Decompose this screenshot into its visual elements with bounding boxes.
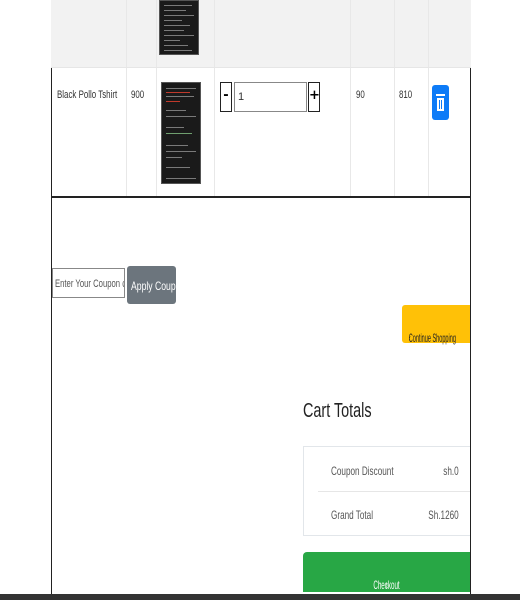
- column-divider: [394, 68, 395, 196]
- cart-row: Black Pollo Tshirt 900 - 1 + 90 810: [51, 67, 471, 196]
- divider: [318, 491, 470, 492]
- cart-row-previous: [51, 0, 471, 67]
- coupon-input[interactable]: Enter Your Coupon code: [52, 268, 125, 298]
- continue-shopping-button[interactable]: ‹ Continue Shopping: [402, 305, 470, 345]
- column-divider: [394, 0, 395, 67]
- column-divider: [428, 0, 429, 67]
- product-total: 810: [399, 89, 413, 101]
- product-thumbnail: [159, 0, 199, 55]
- checkout-button[interactable]: Checkout ›: [303, 552, 470, 592]
- column-divider: [126, 68, 127, 196]
- grand-total-value: Sh.1260: [428, 508, 459, 522]
- column-divider: [350, 68, 351, 196]
- coupon-discount-value: sh.0: [443, 464, 459, 478]
- cart-totals-title: Cart Totals: [303, 400, 372, 422]
- column-divider: [126, 0, 127, 67]
- column-divider: [214, 68, 215, 196]
- column-divider: [428, 68, 429, 196]
- product-price: 900: [131, 89, 145, 101]
- coupon-discount-label: Coupon Discount: [331, 464, 394, 478]
- apply-coupon-button[interactable]: Apply Coupon: [127, 266, 185, 304]
- bottom-bar: [0, 594, 520, 600]
- remove-item-button[interactable]: [432, 85, 449, 120]
- product-thumbnail: [161, 82, 201, 184]
- cart-table: Black Pollo Tshirt 900 - 1 + 90 810: [51, 0, 471, 198]
- product-name: Black Pollo Tshirt: [57, 89, 118, 101]
- column-divider: [156, 68, 157, 196]
- coupon-placeholder: Enter Your Coupon code: [55, 278, 124, 290]
- column-divider: [350, 0, 351, 67]
- quantity-increase-button[interactable]: +: [308, 82, 320, 112]
- chevron-right-icon: ›: [385, 578, 388, 592]
- quantity-input[interactable]: 1: [234, 82, 307, 112]
- column-divider: [156, 0, 157, 67]
- grand-total-label: Grand Total: [331, 508, 374, 522]
- cart-totals-box: Coupon Discount sh.0 Grand Total Sh.1260: [303, 446, 470, 536]
- trash-icon: [436, 94, 445, 111]
- product-unit-value: 90: [356, 89, 365, 101]
- quantity-decrease-button[interactable]: -: [220, 82, 232, 112]
- apply-coupon-label: Apply Coupon: [131, 279, 186, 293]
- column-divider: [214, 0, 215, 67]
